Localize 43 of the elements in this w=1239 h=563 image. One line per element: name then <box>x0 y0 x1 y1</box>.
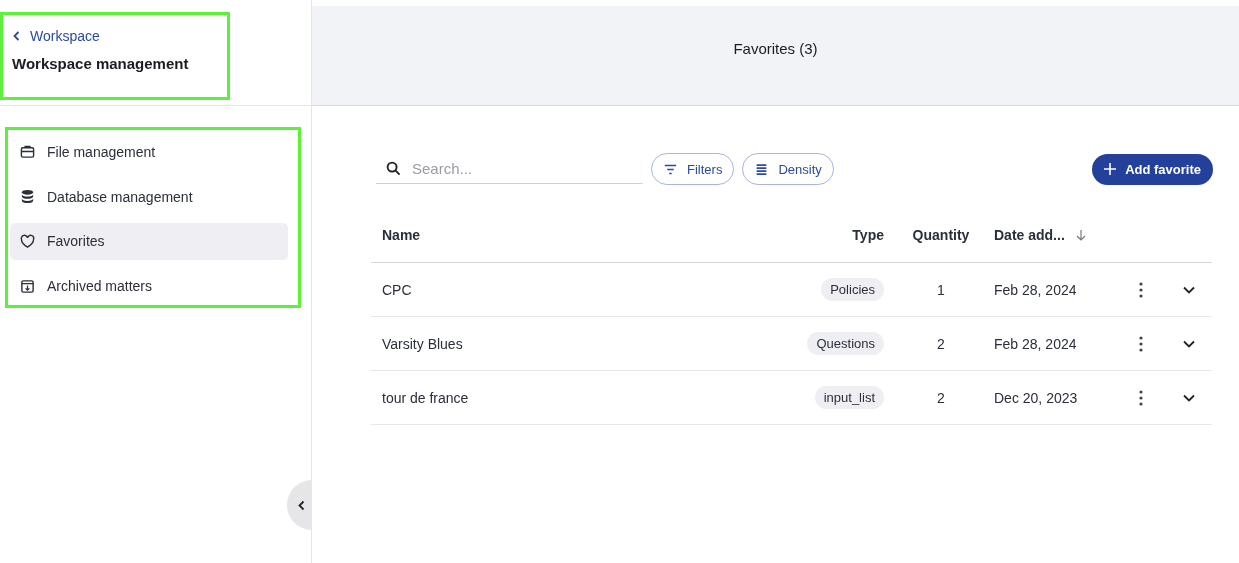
type-tag: Policies <box>821 278 884 301</box>
type-tag: Questions <box>807 332 884 355</box>
archive-icon <box>20 278 35 294</box>
column-header[interactable]: Date add... <box>994 226 1116 243</box>
nav-item[interactable]: Database management <box>10 177 288 216</box>
filter-icon <box>663 162 678 176</box>
filters-button[interactable]: Filters <box>651 153 735 185</box>
nav-item[interactable]: Favorites <box>10 222 288 261</box>
table-cell-text: Dec 20, 2023 <box>994 389 1079 406</box>
density-button[interactable]: Density <box>742 153 834 185</box>
database-icon <box>20 189 35 205</box>
search-icon <box>386 161 401 176</box>
table-cell: 2 <box>937 335 945 352</box>
add-favorite-button[interactable]: Add favorite <box>1092 153 1213 185</box>
column-header[interactable]: Name <box>382 226 786 243</box>
nav-item[interactable]: File management <box>10 133 288 171</box>
heart-icon <box>20 233 35 249</box>
plus-icon <box>1104 163 1117 175</box>
briefcase-icon <box>20 144 35 160</box>
back-link[interactable]: Workspace <box>12 28 227 44</box>
table-cell: 1 <box>937 281 945 298</box>
column-header[interactable]: Quantity <box>912 226 970 243</box>
expand-chevron-icon[interactable] <box>1183 339 1195 348</box>
more-options-icon[interactable] <box>1139 389 1143 406</box>
sort-arrow-icon[interactable] <box>1074 228 1087 241</box>
nav-item[interactable]: Archived matters <box>10 267 288 305</box>
table-cell-text: CPC <box>382 281 413 298</box>
search-field[interactable]: Search... <box>376 154 643 184</box>
page-title: Favorites (3) <box>733 40 818 57</box>
table-cell-text: Varsity Blues <box>382 335 464 352</box>
column-header[interactable]: Type <box>852 226 884 243</box>
table-cell-text: Feb 28, 2024 <box>994 335 1078 352</box>
expand-chevron-icon[interactable] <box>1183 285 1195 294</box>
table-cell-text: tour de france <box>382 389 470 406</box>
sidebar-title: Workspace management <box>12 55 190 72</box>
expand-chevron-icon[interactable] <box>1183 393 1195 402</box>
type-tag: input_list <box>814 386 884 409</box>
table-cell-text: Feb 28, 2024 <box>994 281 1078 298</box>
chevron-left-icon <box>297 499 306 511</box>
more-options-icon[interactable] <box>1139 335 1143 352</box>
more-options-icon[interactable] <box>1139 281 1143 298</box>
table-cell: 2 <box>937 389 945 406</box>
back-chevron-icon <box>12 31 21 41</box>
